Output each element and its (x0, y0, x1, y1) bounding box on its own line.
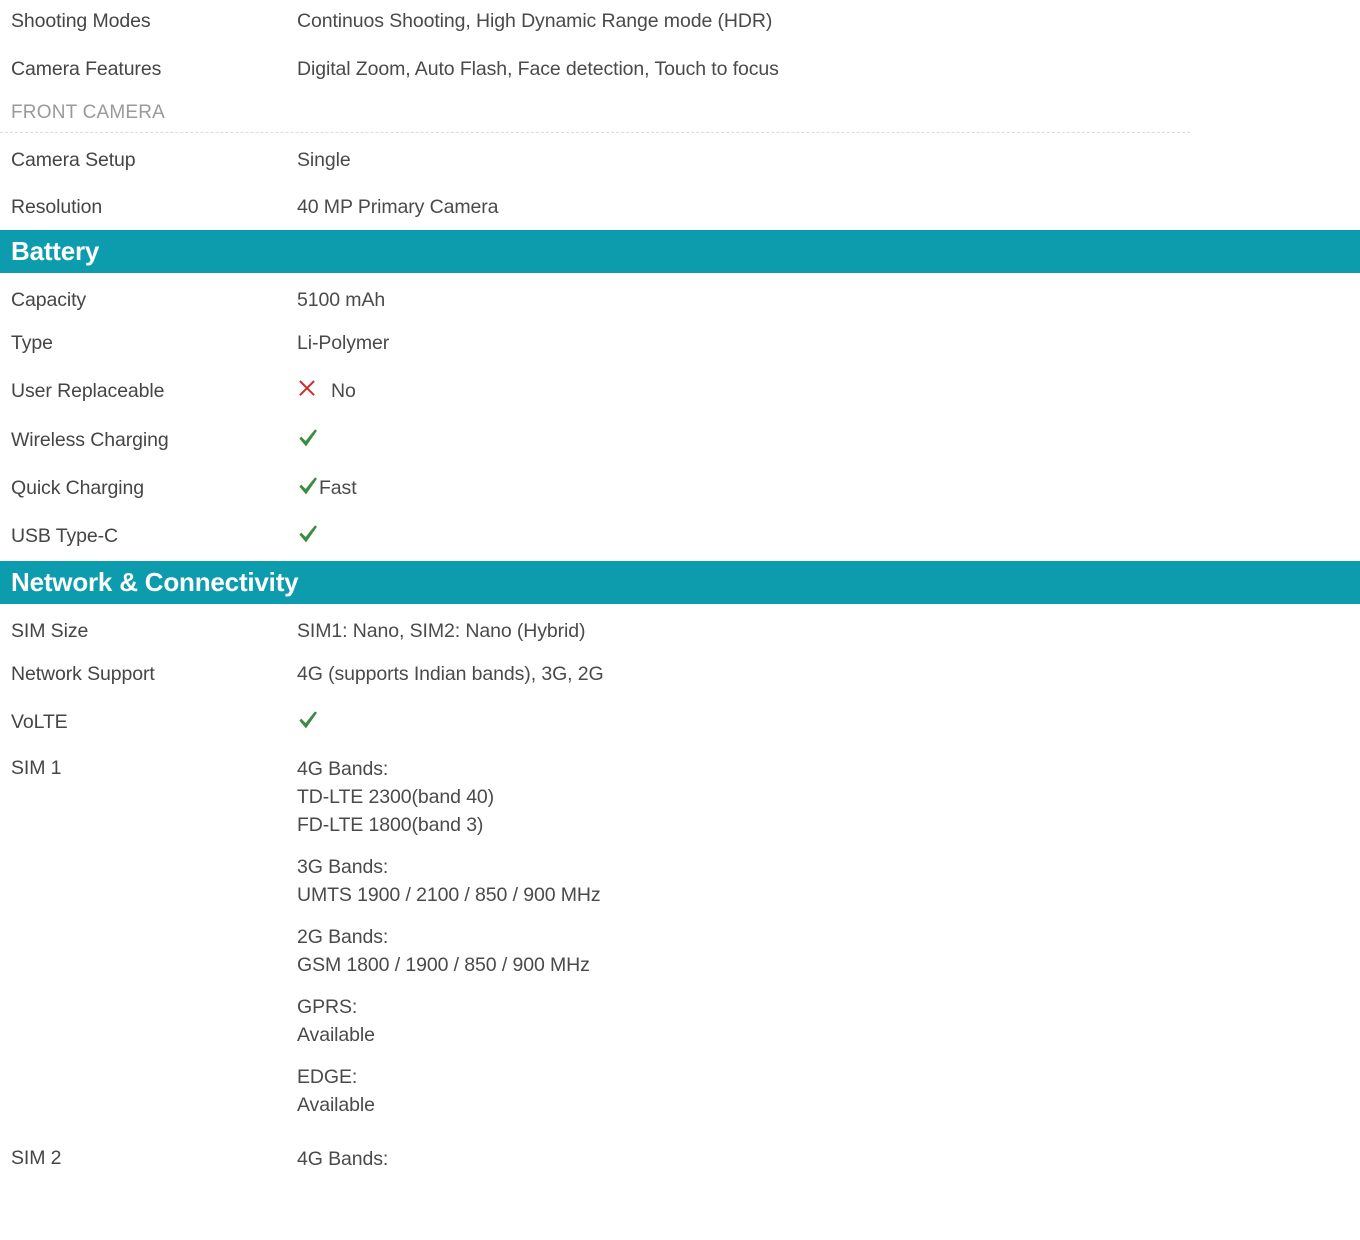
check-icon (297, 709, 319, 731)
spec-label: Wireless Charging (11, 429, 169, 451)
spec-value: SIM1: Nano, SIM2: Nano (Hybrid) (297, 620, 586, 642)
cross-icon (297, 378, 317, 398)
spec-label: VoLTE (11, 711, 68, 733)
band-heading: GPRS: (297, 996, 358, 1018)
spec-value: 40 MP Primary Camera (297, 196, 499, 218)
spec-row-camera-features: Camera Features Digital Zoom, Auto Flash… (0, 48, 1360, 96)
specification-sheet: Shooting Modes Continuos Shooting, High … (0, 0, 1360, 1173)
spec-label: SIM 2 (11, 1147, 62, 1169)
spec-value (297, 523, 1360, 545)
spec-value: 4G (supports Indian bands), 3G, 2G (297, 663, 604, 685)
spec-label: Capacity (11, 289, 87, 311)
check-icon (297, 427, 319, 449)
spec-row-quick-charging: Quick Charging Fast (0, 467, 1360, 515)
spec-label: Quick Charging (11, 477, 144, 499)
row-spacer (0, 1119, 1360, 1145)
check-icon (297, 475, 319, 497)
band-line: Available (297, 1094, 375, 1116)
spec-row-volte: VoLTE (0, 701, 1360, 749)
check-icon (297, 523, 319, 545)
band-heading: 4G Bands: (297, 758, 389, 780)
spec-label: Camera Features (11, 58, 162, 80)
spec-row-capacity: Capacity 5100 mAh (0, 273, 1360, 322)
band-group-2g: 2G Bands: GSM 1800 / 1900 / 850 / 900 MH… (297, 923, 1360, 979)
band-group-3g: 3G Bands: UMTS 1900 / 2100 / 850 / 900 M… (297, 853, 1360, 909)
section-header-battery: Battery (0, 230, 1360, 273)
spec-row-resolution: Resolution 40 MP Primary Camera (0, 186, 1360, 230)
spec-label: Shooting Modes (11, 10, 151, 32)
band-line: GSM 1800 / 1900 / 850 / 900 MHz (297, 954, 590, 976)
spec-row-shooting-modes: Shooting Modes Continuos Shooting, High … (0, 0, 1360, 48)
spec-value: Fast (297, 475, 1360, 501)
spec-value: Single (297, 149, 351, 171)
band-group-edge: EDGE: Available (297, 1063, 1360, 1119)
spec-value (297, 427, 1360, 449)
spec-label: USB Type-C (11, 525, 119, 547)
spec-label: Network Support (11, 663, 155, 685)
band-heading: 3G Bands: (297, 856, 389, 878)
spec-label: SIM Size (11, 620, 89, 642)
spec-label: User Replaceable (11, 380, 165, 402)
spec-row-wireless-charging: Wireless Charging (0, 419, 1360, 467)
spec-row-battery-type: Type Li-Polymer (0, 322, 1360, 370)
spec-value-text: No (331, 380, 356, 402)
spec-label: Resolution (11, 196, 103, 218)
spec-row-sim-size: SIM Size SIM1: Nano, SIM2: Nano (Hybrid) (0, 604, 1360, 653)
spec-value-text: Fast (319, 477, 357, 499)
band-line: UMTS 1900 / 2100 / 850 / 900 MHz (297, 884, 601, 906)
band-heading: 2G Bands: (297, 926, 389, 948)
spec-label: Camera Setup (11, 149, 136, 171)
band-line: TD-LTE 2300(band 40) (297, 786, 495, 808)
sim2-bands-block: 4G Bands: (297, 1145, 1360, 1173)
spec-row-network-support: Network Support 4G (supports Indian band… (0, 653, 1360, 701)
spec-value: Continuos Shooting, High Dynamic Range m… (297, 10, 773, 32)
spec-value: Li-Polymer (297, 332, 390, 354)
spec-row-sim-2: SIM 2 4G Bands: (0, 1145, 1360, 1173)
spec-row-sim-1: SIM 1 4G Bands: TD-LTE 2300(band 40) FD-… (0, 749, 1360, 1119)
band-heading: 4G Bands: (297, 1148, 389, 1170)
band-group-gprs: GPRS: Available (297, 993, 1360, 1049)
band-group-4g: 4G Bands: TD-LTE 2300(band 40) FD-LTE 18… (297, 755, 1360, 839)
spec-row-usb-type-c: USB Type-C (0, 515, 1360, 561)
spec-label: Type (11, 332, 53, 354)
band-line: Available (297, 1024, 375, 1046)
section-header-network-connectivity: Network & Connectivity (0, 561, 1360, 604)
subsection-title-front-camera: FRONT CAMERA (11, 102, 166, 123)
band-group-4g: 4G Bands: (297, 1145, 1360, 1173)
spec-value: Digital Zoom, Auto Flash, Face detection… (297, 58, 779, 80)
spec-row-camera-setup: Camera Setup Single (0, 133, 1360, 186)
spec-row-user-replaceable: User Replaceable No (0, 370, 1360, 419)
sim1-bands-block: 4G Bands: TD-LTE 2300(band 40) FD-LTE 18… (297, 755, 1360, 1119)
band-line: FD-LTE 1800(band 3) (297, 814, 484, 836)
spec-value (297, 709, 1360, 731)
band-heading: EDGE: (297, 1066, 358, 1088)
spec-label: SIM 1 (11, 757, 62, 779)
spec-value: No (297, 378, 1360, 404)
spec-value: 5100 mAh (297, 289, 386, 311)
